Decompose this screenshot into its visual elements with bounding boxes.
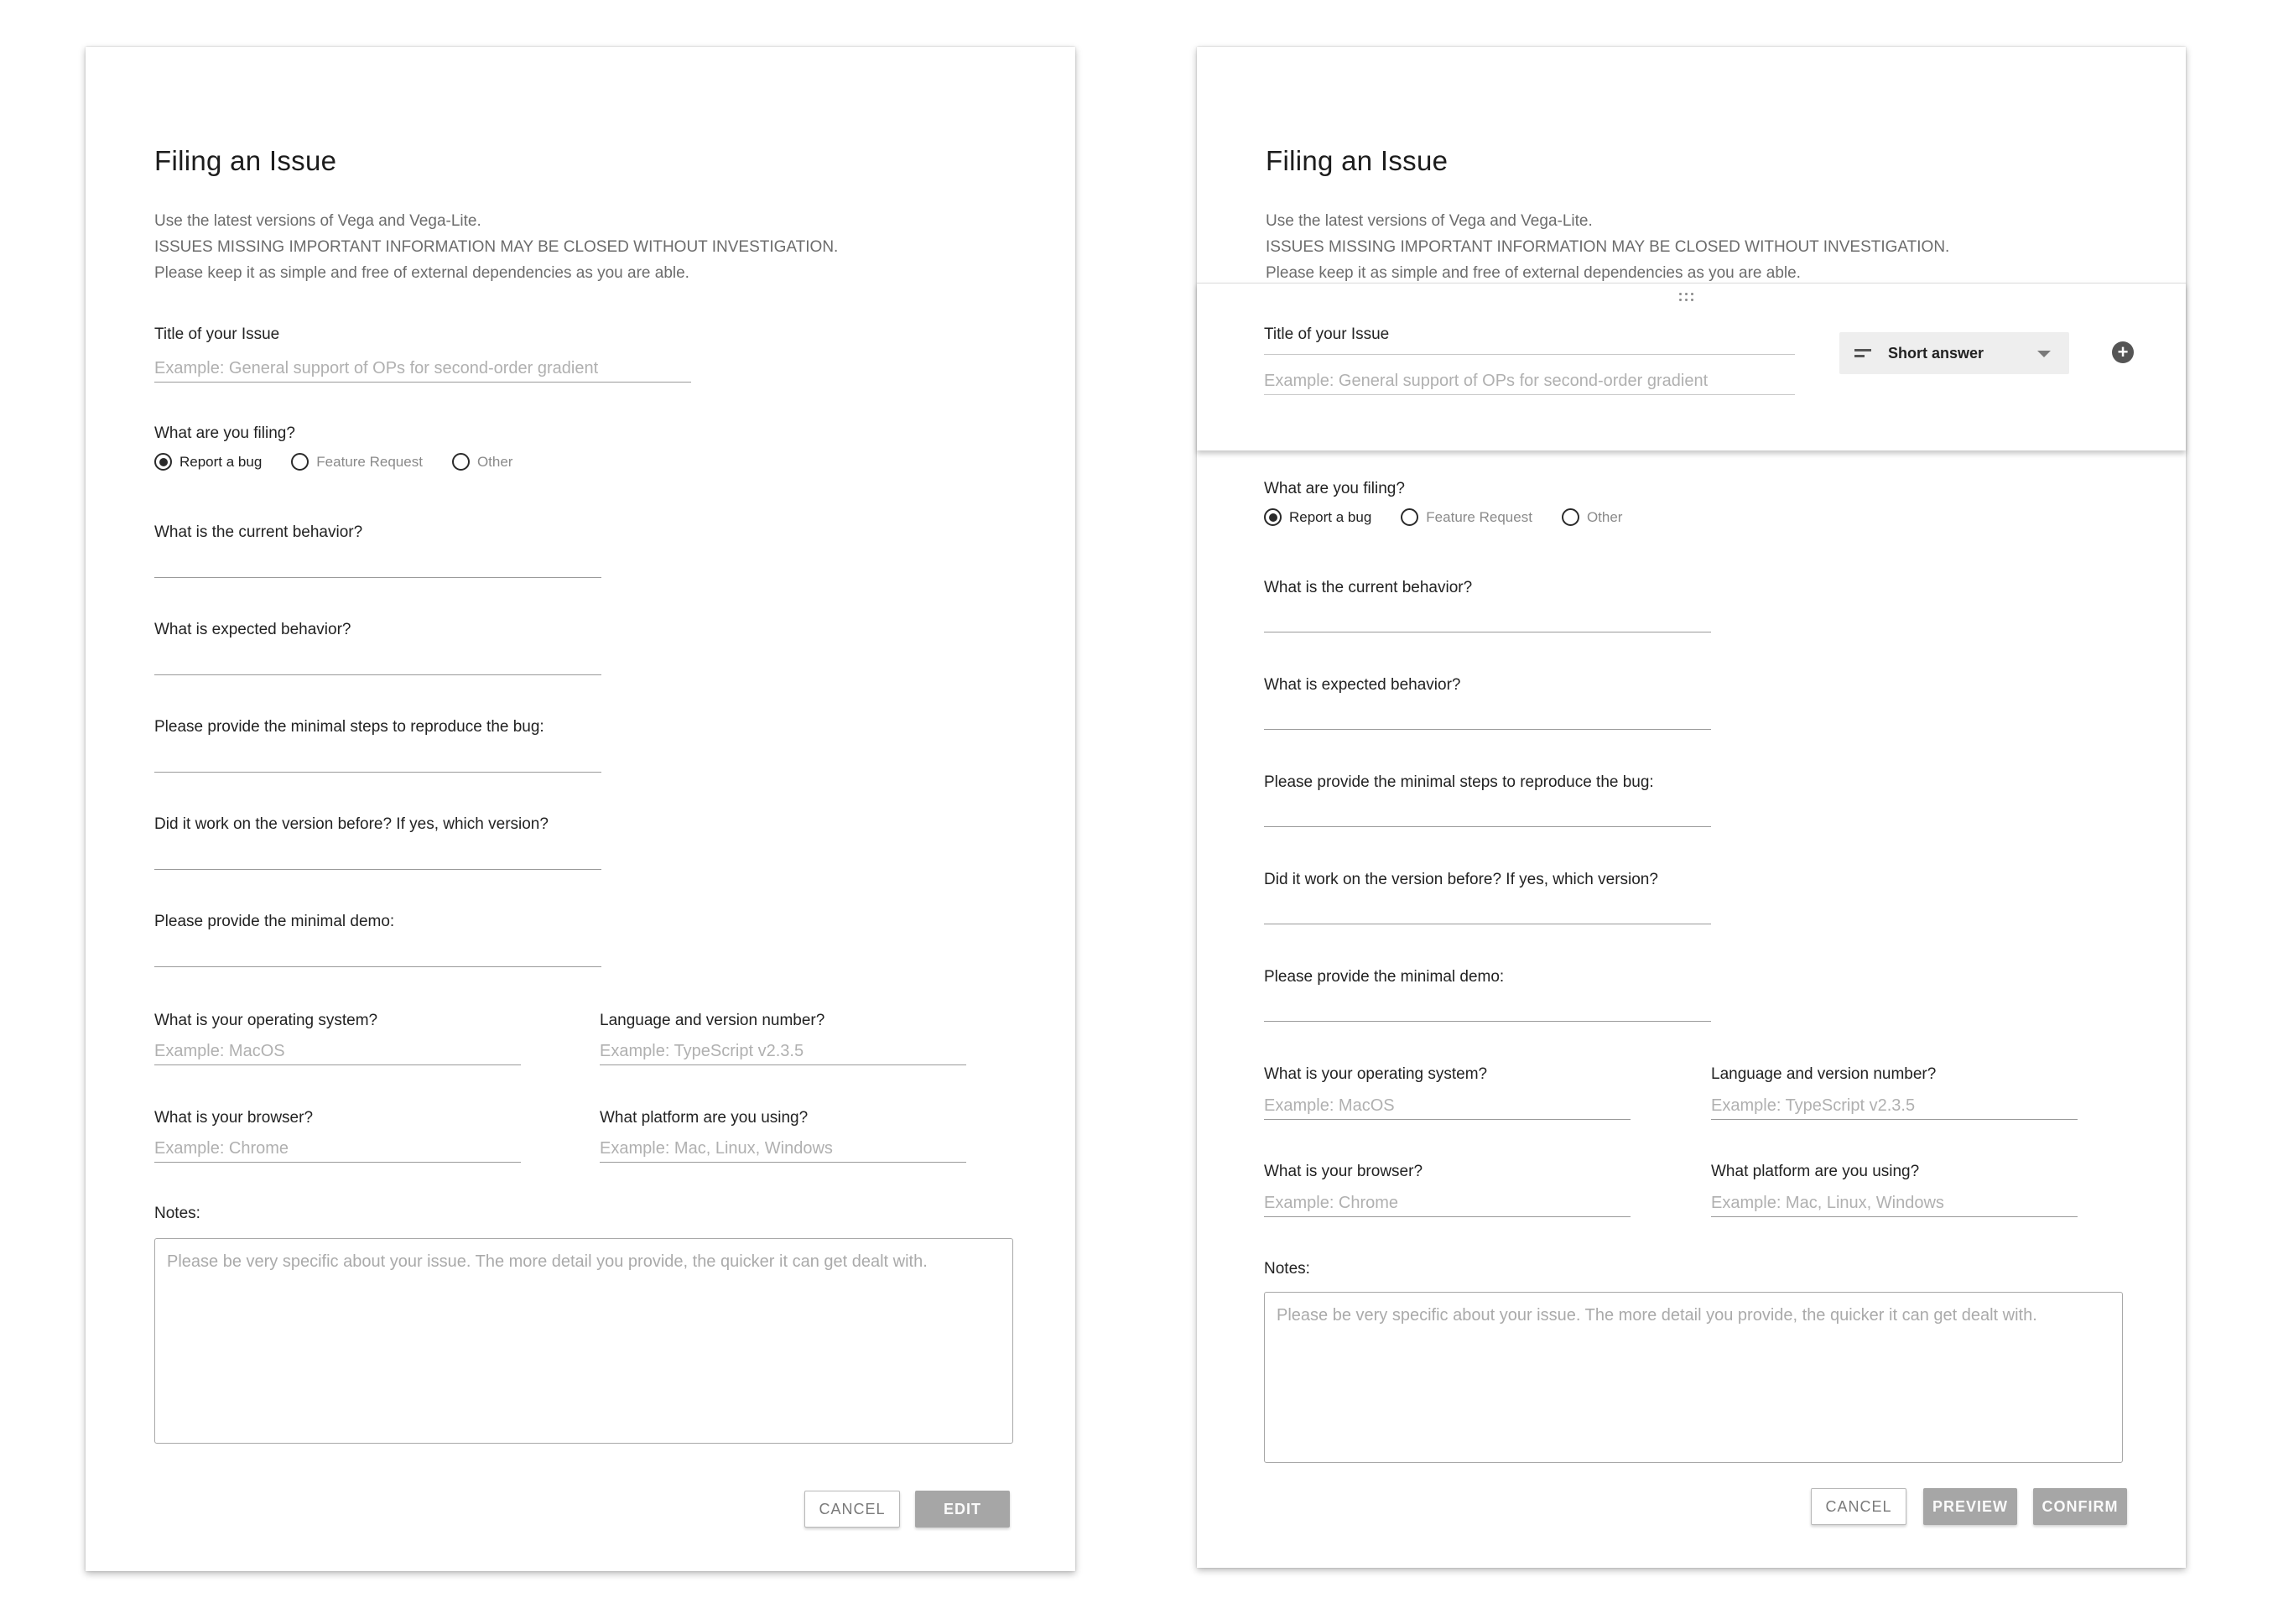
repro-steps-input[interactable] bbox=[154, 772, 601, 773]
current-behavior-label: What is the current behavior? bbox=[154, 523, 363, 541]
question-title-underline bbox=[1264, 354, 1795, 355]
filing-type-label: What are you filing? bbox=[154, 424, 295, 442]
cancel-button[interactable]: CANCEL bbox=[804, 1491, 900, 1528]
language-input[interactable]: Example: TypeScript v2.3.5 bbox=[600, 1037, 966, 1065]
expected-behavior-label: What is expected behavior? bbox=[1264, 676, 1461, 694]
form-intro: Use the latest versions of Vega and Vega… bbox=[154, 208, 838, 286]
add-circle-icon[interactable]: + bbox=[2112, 341, 2134, 363]
active-question-editor[interactable]: Title of your Issue Example: General sup… bbox=[1197, 283, 2186, 450]
platform-input[interactable]: Example: Mac, Linux, Windows bbox=[600, 1134, 966, 1163]
platform-input[interactable]: Example: Mac, Linux, Windows bbox=[1711, 1189, 2078, 1217]
minimal-demo-input[interactable] bbox=[154, 966, 601, 967]
minimal-demo-label: Please provide the minimal demo: bbox=[154, 913, 395, 930]
radio-feature-request[interactable]: Feature Request bbox=[1401, 508, 1532, 526]
current-behavior-input[interactable] bbox=[154, 577, 601, 578]
radio-other[interactable]: Other bbox=[451, 453, 512, 471]
repro-steps-label: Please provide the minimal steps to repr… bbox=[1264, 773, 1654, 791]
notes-label: Notes: bbox=[154, 1205, 200, 1222]
expected-behavior-label: What is expected behavior? bbox=[154, 621, 351, 638]
radio-selected-icon bbox=[154, 453, 172, 471]
current-behavior-label: What is the current behavior? bbox=[1264, 579, 1473, 596]
radio-unselected-icon bbox=[1561, 508, 1579, 526]
intro-line: Use the latest versions of Vega and Vega… bbox=[1266, 212, 1593, 230]
previous-version-input[interactable] bbox=[154, 869, 601, 870]
intro-line: Use the latest versions of Vega and Vega… bbox=[154, 212, 481, 230]
os-input[interactable]: Example: MacOS bbox=[154, 1037, 521, 1065]
expected-behavior-input[interactable] bbox=[154, 674, 601, 675]
platform-label: What platform are you using? bbox=[1711, 1163, 1920, 1180]
form-preview-panel: Filing an Issue Use the latest versions … bbox=[86, 47, 1075, 1571]
form-title: Filing an Issue bbox=[1266, 145, 1449, 176]
filing-type-label: What are you filing? bbox=[1264, 480, 1405, 497]
os-input[interactable]: Example: MacOS bbox=[1264, 1091, 1631, 1120]
language-input[interactable]: Example: TypeScript v2.3.5 bbox=[1711, 1091, 2078, 1120]
os-label: What is your operating system? bbox=[1264, 1065, 1488, 1083]
question-type-select[interactable]: Short answer bbox=[1839, 332, 2069, 374]
radio-unselected-icon bbox=[451, 453, 470, 471]
minimal-demo-input[interactable] bbox=[1264, 1021, 1711, 1022]
expected-behavior-input[interactable] bbox=[1264, 729, 1711, 730]
browser-input[interactable]: Example: Chrome bbox=[154, 1134, 521, 1163]
repro-steps-input[interactable] bbox=[1264, 826, 1711, 827]
previous-version-label: Did it work on the version before? If ye… bbox=[1264, 871, 1658, 888]
browser-label: What is your browser? bbox=[1264, 1163, 1423, 1180]
filing-type-radio-group: Report a bug Feature Request Other bbox=[154, 453, 542, 471]
radio-other[interactable]: Other bbox=[1561, 508, 1622, 526]
radio-feature-request[interactable]: Feature Request bbox=[291, 453, 423, 471]
notes-textarea[interactable]: Please be very specific about your issue… bbox=[154, 1238, 1013, 1444]
issue-title-label: Title of your Issue bbox=[154, 325, 280, 343]
radio-unselected-icon bbox=[1401, 508, 1419, 526]
intro-line: ISSUES MISSING IMPORTANT INFORMATION MAY… bbox=[154, 238, 839, 256]
radio-selected-icon bbox=[1264, 508, 1282, 526]
edit-button[interactable]: EDIT bbox=[915, 1491, 1010, 1528]
form-intro: Use the latest versions of Vega and Vega… bbox=[1266, 208, 1949, 286]
platform-label: What platform are you using? bbox=[600, 1109, 809, 1127]
radio-unselected-icon bbox=[291, 453, 309, 471]
short-answer-icon bbox=[1854, 347, 1871, 359]
drag-handle-icon[interactable] bbox=[1679, 292, 1699, 304]
language-label: Language and version number? bbox=[1711, 1065, 1937, 1083]
question-type-value: Short answer bbox=[1888, 345, 1984, 362]
radio-report-bug[interactable]: Report a bug bbox=[1264, 508, 1371, 526]
preview-button[interactable]: PREVIEW bbox=[1923, 1488, 2017, 1525]
chevron-down-icon bbox=[2037, 351, 2051, 357]
form-title: Filing an Issue bbox=[154, 145, 337, 176]
browser-label: What is your browser? bbox=[154, 1109, 314, 1127]
radio-report-bug[interactable]: Report a bug bbox=[154, 453, 262, 471]
confirm-button[interactable]: CONFIRM bbox=[2033, 1488, 2127, 1525]
intro-line: ISSUES MISSING IMPORTANT INFORMATION MAY… bbox=[1266, 238, 1950, 256]
minimal-demo-label: Please provide the minimal demo: bbox=[1264, 968, 1505, 986]
repro-steps-label: Please provide the minimal steps to repr… bbox=[154, 718, 544, 736]
notes-label: Notes: bbox=[1264, 1260, 1310, 1278]
cancel-button[interactable]: CANCEL bbox=[1811, 1488, 1906, 1525]
notes-textarea[interactable]: Please be very specific about your issue… bbox=[1264, 1292, 2123, 1463]
intro-line: Please keep it as simple and free of ext… bbox=[154, 264, 689, 282]
issue-title-input[interactable]: Example: General support of OPs for seco… bbox=[154, 354, 691, 383]
issue-title-label[interactable]: Title of your Issue bbox=[1264, 325, 1389, 344]
browser-input[interactable]: Example: Chrome bbox=[1264, 1189, 1631, 1217]
previous-version-label: Did it work on the version before? If ye… bbox=[154, 815, 549, 833]
language-label: Language and version number? bbox=[600, 1012, 825, 1029]
issue-title-input[interactable]: Example: General support of OPs for seco… bbox=[1264, 367, 1795, 395]
os-label: What is your operating system? bbox=[154, 1012, 378, 1029]
filing-type-radio-group: Report a bug Feature Request Other bbox=[1264, 508, 1651, 526]
form-editor-panel: Filing an Issue Use the latest versions … bbox=[1197, 47, 2186, 1568]
